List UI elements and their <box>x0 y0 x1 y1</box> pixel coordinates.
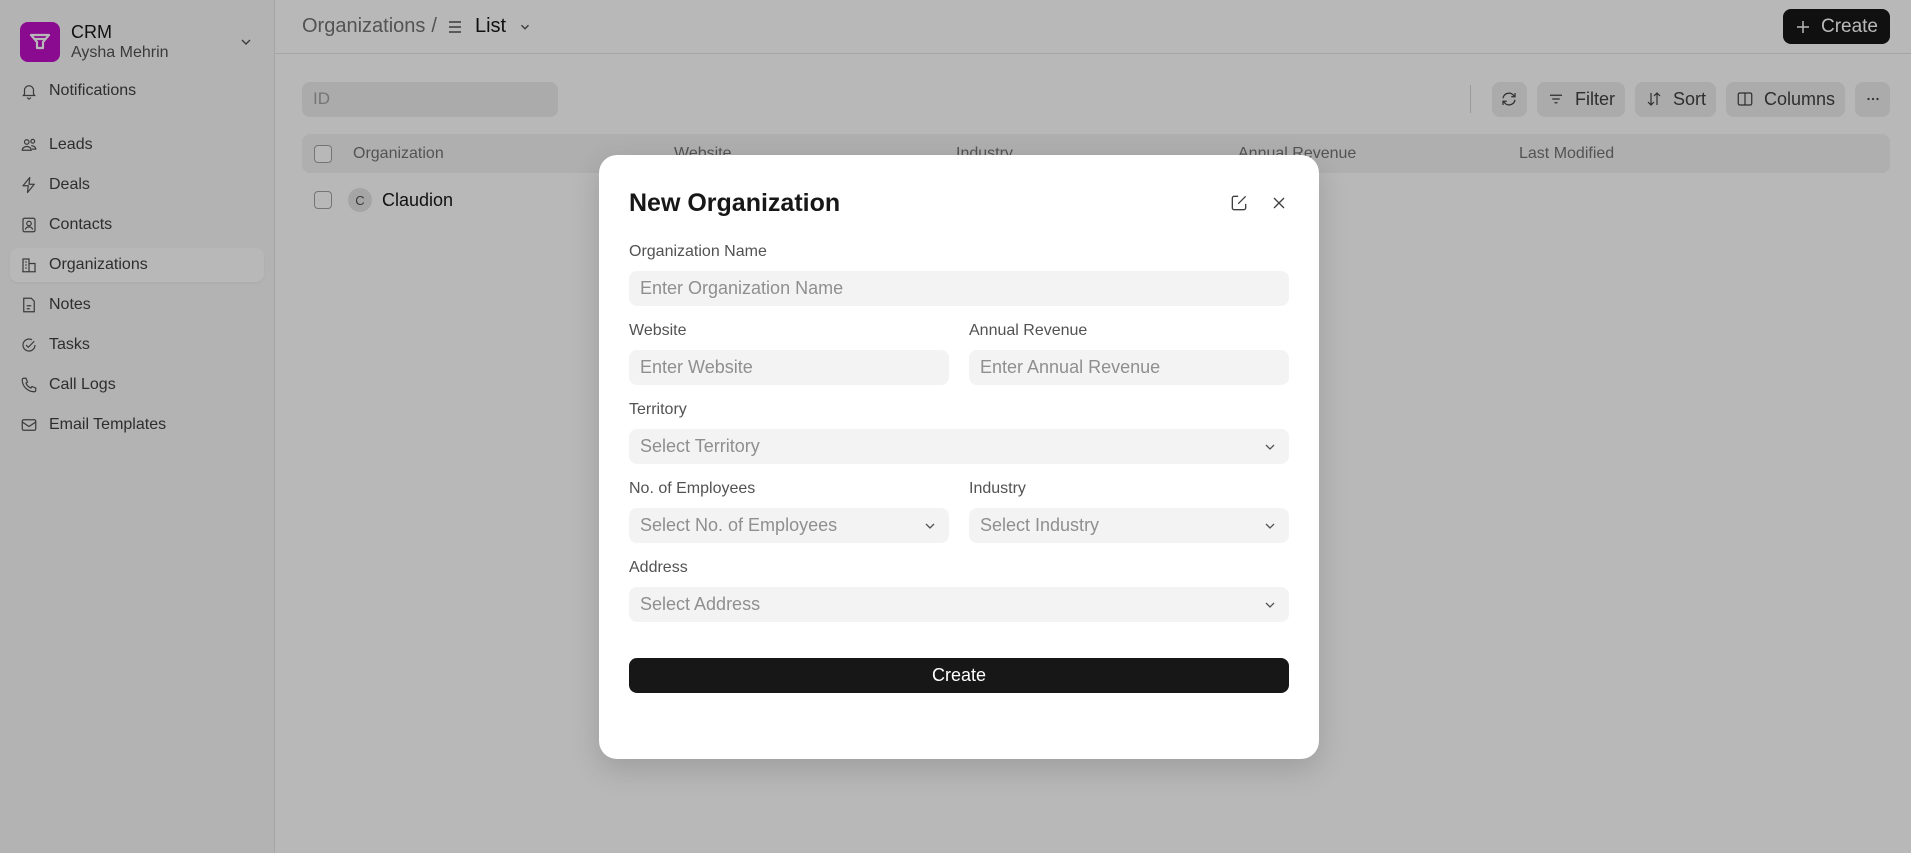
field-organization-name: Organization Name <box>629 243 1289 306</box>
field-address: Address Select Address <box>629 559 1289 622</box>
territory-select[interactable]: Select Territory <box>629 429 1289 464</box>
field-territory: Territory Select Territory <box>629 401 1289 464</box>
select-placeholder: Select No. of Employees <box>640 515 838 535</box>
field-website: Website <box>629 322 949 385</box>
field-label: Industry <box>969 480 1026 497</box>
close-icon[interactable] <box>1269 193 1289 213</box>
industry-select[interactable]: Select Industry <box>969 508 1289 543</box>
select-placeholder: Select Industry <box>980 515 1100 535</box>
chevron-down-icon <box>1265 602 1275 608</box>
chevron-down-icon <box>1265 444 1275 450</box>
field-label: No. of Employees <box>629 480 756 497</box>
employees-select[interactable]: Select No. of Employees <box>629 508 949 543</box>
field-label: Territory <box>629 401 687 418</box>
field-employees: No. of Employees Select No. of Employees <box>629 480 949 543</box>
edit-icon[interactable] <box>1229 193 1249 213</box>
field-label: Website <box>629 322 687 339</box>
address-select[interactable]: Select Address <box>629 587 1289 622</box>
select-placeholder: Select Territory <box>640 436 760 456</box>
field-label: Address <box>629 559 688 576</box>
annual-revenue-input[interactable] <box>969 350 1289 385</box>
select-placeholder: Select Address <box>640 594 761 614</box>
chevron-down-icon <box>1265 523 1275 529</box>
organization-name-input[interactable] <box>629 271 1289 306</box>
new-organization-dialog: New Organization Organization Name Websi… <box>599 155 1319 759</box>
dialog-title: New Organization <box>629 188 841 217</box>
field-industry: Industry Select Industry <box>969 480 1289 543</box>
field-label: Organization Name <box>629 243 767 260</box>
field-label: Annual Revenue <box>969 322 1088 339</box>
website-input[interactable] <box>629 350 949 385</box>
field-annual-revenue: Annual Revenue <box>969 322 1289 385</box>
chevron-down-icon <box>925 523 935 529</box>
submit-create-button[interactable]: Create <box>629 658 1289 693</box>
